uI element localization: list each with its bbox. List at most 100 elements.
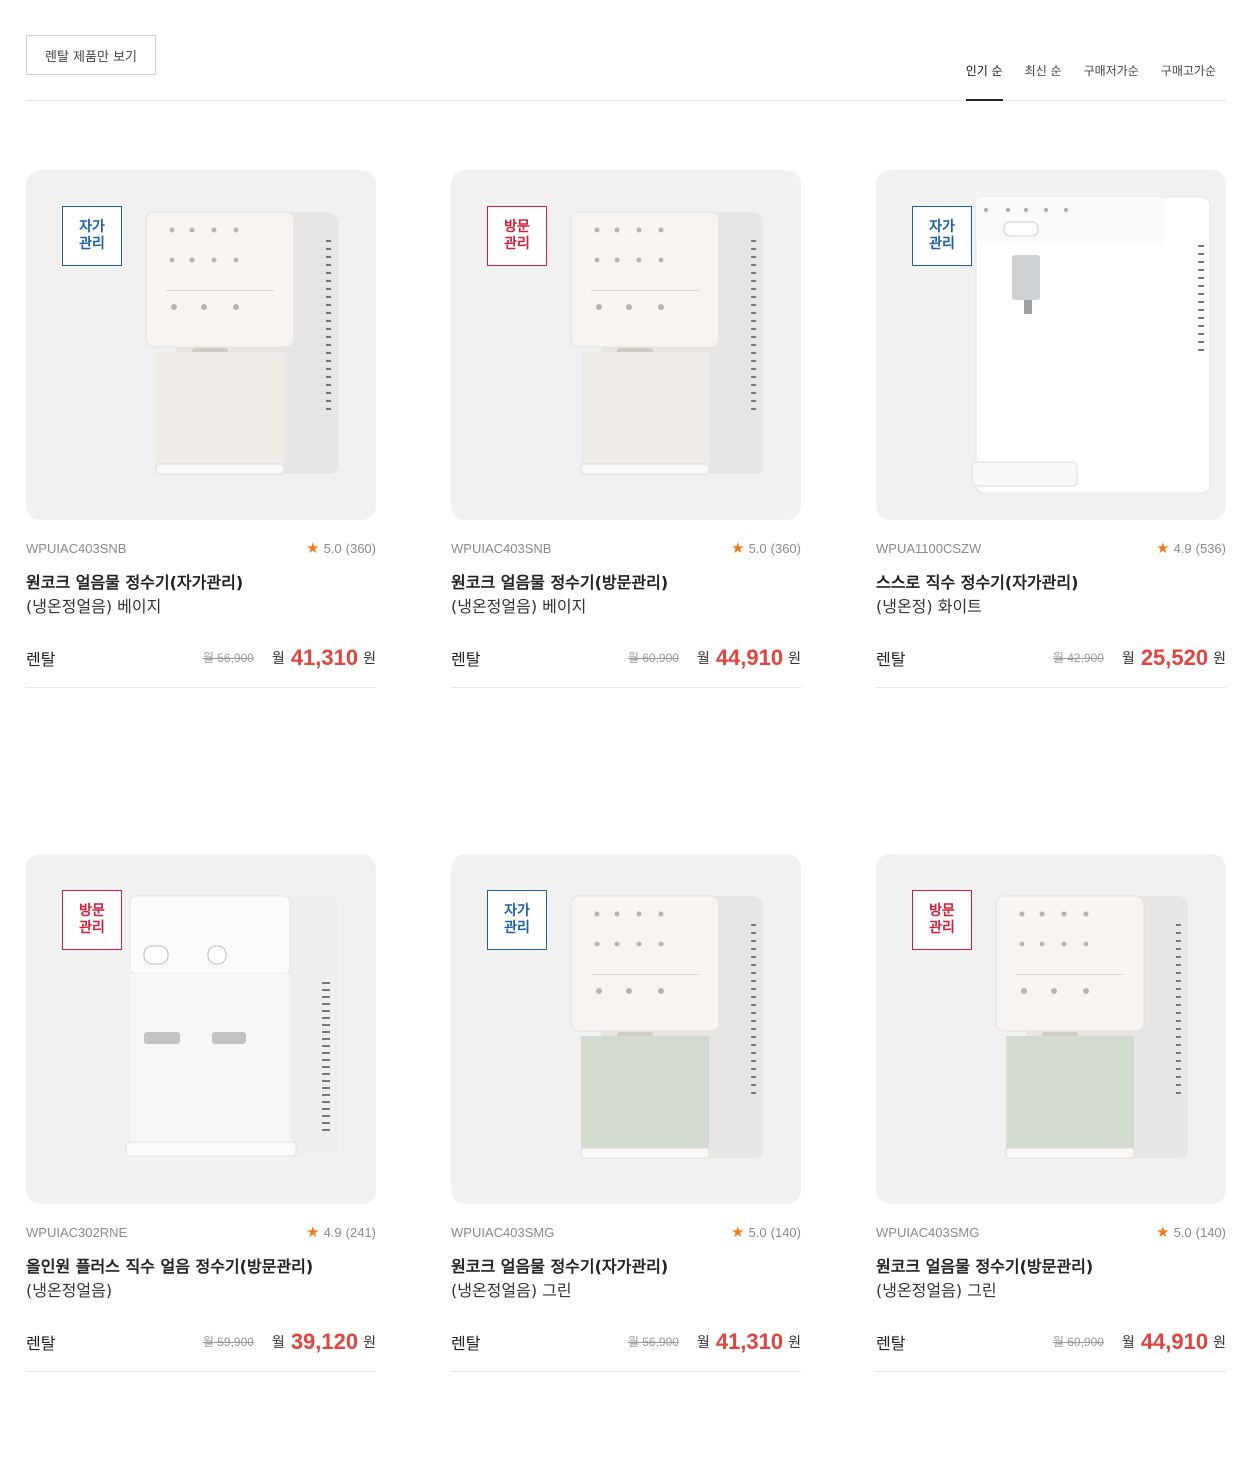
rental-label: 렌탈 [451,649,481,669]
badge-label-line2: 관리 [929,920,955,936]
product-spec: (냉온정) 화이트 [876,597,982,616]
rental-label: 렌탈 [451,1333,481,1353]
currency-unit: 원 [788,650,801,667]
monthly-price: 41,310 [290,644,359,670]
rating-score: 4.9 [1173,540,1192,556]
original-price: 월 56,900 [202,651,254,665]
rental-label: 렌탈 [26,649,56,669]
model-code: WPUIAC302RNE [26,1224,128,1240]
monthly-label: 월 [271,1334,285,1351]
currency-unit: 원 [1213,650,1226,667]
sort-tab-newest[interactable]: 최신 순 [1025,62,1062,101]
product-image[interactable]: 방문 관리 [451,170,801,520]
rating: ★ 5.0 (140) [1156,1223,1226,1241]
product-name[interactable]: 원코크 얼음물 정수기(방문관리) [876,1256,1226,1278]
rating-score: 5.0 [748,540,767,556]
self-care-badge: 자가 관리 [912,206,972,266]
product-spec: (냉온정얼음) [26,1281,113,1300]
sort-tab-popular[interactable]: 인기 순 [965,62,1003,101]
product-image[interactable]: 자가 관리 [26,170,376,520]
badge-label-line2: 관리 [79,236,105,252]
review-count: (536) [1195,540,1226,556]
badge-label-line1: 자가 [79,219,105,235]
currency-unit: 원 [788,1334,801,1351]
product-image[interactable]: 자가 관리 [451,854,801,1204]
product-image[interactable]: 자가 관리 [876,170,1226,520]
product-card[interactable]: 방문 관리 WPUIAC403SNB ★ 5.0 (360) 원코크 얼음물 정… [451,170,801,688]
badge-label-line2: 관리 [504,920,530,936]
product-card[interactable]: 방문 관리 WPUIAC302RNE ★ 4.9 (241) 올인원 플러스 직… [26,854,376,1372]
self-care-badge: 자가 관리 [487,890,547,950]
review-count: (360) [770,540,801,556]
original-price: 월 56,900 [627,1335,679,1349]
price-row: 렌탈 월 42,900 월 25,520 원 [876,640,1226,688]
product-spec: (냉온정얼음) 베이지 [451,597,587,616]
badge-label-line2: 관리 [929,236,955,252]
model-code: WPUA1100CSZW [876,540,982,556]
price-row: 렌탈 월 56,900 월 41,310 원 [26,640,376,688]
price-row: 렌탈 월 60,900 월 44,910 원 [876,1324,1226,1372]
monthly-label: 월 [696,650,710,667]
product-image[interactable]: 방문 관리 [876,854,1226,1204]
star-icon: ★ [306,540,320,557]
star-icon: ★ [1156,540,1170,557]
monthly-price: 44,910 [1140,1328,1209,1354]
sort-tab-price-low[interactable]: 구매저가순 [1084,62,1139,101]
rating: ★ 5.0 (360) [306,539,376,557]
product-card[interactable]: 자가 관리 WPUIAC403SMG ★ 5.0 (140) 원코크 얼음물 정… [451,854,801,1372]
badge-label-line1: 방문 [504,219,530,235]
product-card[interactable]: 방문 관리 WPUIAC403SMG ★ 5.0 (140) 원코크 얼음물 정… [876,854,1226,1372]
sort-tabs: 인기 순 최신 순 구매저가순 구매고가순 [965,62,1216,101]
model-code: WPUIAC403SMG [451,1224,555,1240]
currency-unit: 원 [363,650,376,667]
review-count: (140) [770,1224,801,1240]
product-name[interactable]: 원코크 얼음물 정수기(자가관리) [26,572,376,594]
rental-label: 렌탈 [876,649,906,669]
monthly-label: 월 [696,1334,710,1351]
product-meta: WPUIAC403SMG ★ 5.0 (140) [451,1224,801,1241]
sort-tab-price-high[interactable]: 구매고가순 [1161,62,1216,101]
model-code: WPUIAC403SNB [26,540,127,556]
rating-score: 5.0 [748,1224,767,1240]
visit-care-badge: 방문 관리 [487,206,547,266]
badge-label-line2: 관리 [79,920,105,936]
original-price: 월 60,900 [627,651,679,665]
star-icon: ★ [731,1224,745,1241]
product-card[interactable]: 자가 관리 WPUA1100CSZW ★ 4.9 (536) 스스로 직수 정수… [876,170,1226,688]
review-count: (360) [345,540,376,556]
product-name[interactable]: 원코크 얼음물 정수기(방문관리) [451,572,801,594]
rental-only-filter-button[interactable]: 렌탈 제품만 보기 [26,35,156,75]
monthly-price: 41,310 [715,1328,784,1354]
visit-care-badge: 방문 관리 [62,890,122,950]
product-name[interactable]: 원코크 얼음물 정수기(자가관리) [451,1256,801,1278]
monthly-label: 월 [271,650,285,667]
model-code: WPUIAC403SNB [451,540,552,556]
price-row: 렌탈 월 56,900 월 41,310 원 [451,1324,801,1372]
star-icon: ★ [731,540,745,557]
product-card[interactable]: 자가 관리 WPUIAC403SNB ★ 5.0 (360) 원코크 얼음물 정… [26,170,376,688]
list-toolbar: 렌탈 제품만 보기 인기 순 최신 순 구매저가순 구매고가순 [26,0,1226,101]
product-spec: (냉온정얼음) 그린 [451,1281,572,1300]
monthly-label: 월 [1121,650,1135,667]
badge-label-line1: 자가 [504,903,530,919]
price-row: 렌탈 월 60,900 월 44,910 원 [451,640,801,688]
original-price: 월 59,900 [202,1335,254,1349]
product-name[interactable]: 올인원 플러스 직수 얼음 정수기(방문관리) [26,1256,376,1278]
product-image[interactable]: 방문 관리 [26,854,376,1204]
self-care-badge: 자가 관리 [62,206,122,266]
product-meta: WPUIAC403SNB ★ 5.0 (360) [451,540,801,557]
product-name[interactable]: 스스로 직수 정수기(자가관리) [876,572,1226,594]
rental-label: 렌탈 [26,1333,56,1353]
monthly-price: 25,520 [1140,644,1209,670]
rental-label: 렌탈 [876,1333,906,1353]
badge-label-line1: 방문 [929,903,955,919]
rating-score: 4.9 [323,1224,342,1240]
price-row: 렌탈 월 59,900 월 39,120 원 [26,1324,376,1372]
product-meta: WPUIAC302RNE ★ 4.9 (241) [26,1224,376,1241]
original-price: 월 42,900 [1052,651,1104,665]
review-count: (241) [345,1224,376,1240]
model-code: WPUIAC403SMG [876,1224,980,1240]
rating-score: 5.0 [1173,1224,1192,1240]
star-icon: ★ [306,1224,320,1241]
star-icon: ★ [1156,1224,1170,1241]
